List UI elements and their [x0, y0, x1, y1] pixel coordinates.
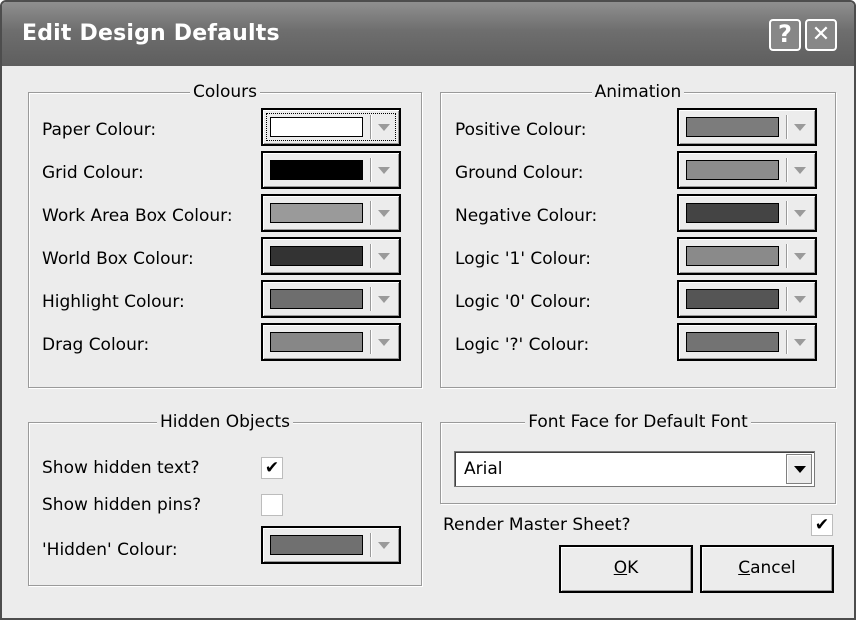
ok-label-rest: K — [627, 558, 639, 578]
colour-swatch — [270, 160, 363, 180]
animation-label: Ground Colour: — [455, 163, 584, 183]
colour-swatch — [686, 117, 779, 137]
hidden-colour-label: 'Hidden' Colour: — [42, 540, 178, 560]
dropdown-arrow-icon — [794, 210, 806, 217]
colours-label: Drag Colour: — [42, 335, 150, 355]
help-button[interactable]: ? — [769, 19, 801, 51]
colours-label: Work Area Box Colour: — [42, 206, 233, 226]
hidden-colour-swatch — [270, 535, 363, 555]
edit-design-defaults-dialog: Edit Design Defaults ? ✕ Colours Paper C… — [0, 0, 856, 620]
colours-label: Highlight Colour: — [42, 292, 185, 312]
cancel-mnemonic: C — [738, 558, 751, 578]
colours-colour-picker[interactable] — [261, 151, 401, 189]
dropdown-arrow-icon — [794, 124, 806, 131]
colours-label: World Box Colour: — [42, 249, 194, 269]
animation-label: Logic '1' Colour: — [455, 249, 591, 269]
colours-colour-picker[interactable] — [261, 323, 401, 361]
colour-swatch — [270, 332, 363, 352]
dropdown-arrow-icon — [378, 210, 390, 217]
colours-label: Grid Colour: — [42, 163, 144, 183]
animation-label: Positive Colour: — [455, 120, 587, 140]
cancel-label-rest: ancel — [750, 558, 796, 578]
animation-colour-picker[interactable] — [677, 151, 817, 189]
colour-swatch — [686, 332, 779, 352]
colours-label: Paper Colour: — [42, 120, 157, 140]
colour-swatch — [270, 246, 363, 266]
animation-label: Logic '0' Colour: — [455, 292, 591, 312]
colour-swatch — [270, 289, 363, 309]
render-master-sheet-label: Render Master Sheet? — [443, 515, 631, 535]
colours-colour-picker[interactable] — [261, 108, 401, 146]
animation-colour-picker[interactable] — [677, 237, 817, 275]
font-face-value: Arial — [464, 459, 503, 479]
dropdown-arrow-icon — [794, 253, 806, 260]
dialog-body: Colours Paper Colour: Grid Colour: Work Ar… — [2, 66, 854, 618]
ok-mnemonic: O — [613, 558, 628, 578]
dropdown-arrow-icon — [794, 296, 806, 303]
dialog-title: Edit Design Defaults — [22, 21, 280, 46]
dropdown-arrow-icon — [794, 167, 806, 174]
colour-swatch — [686, 160, 779, 180]
close-button[interactable]: ✕ — [805, 19, 837, 51]
animation-label: Negative Colour: — [455, 206, 598, 226]
animation-colour-picker[interactable] — [677, 194, 817, 232]
font-face-dropdown-button[interactable] — [786, 454, 812, 484]
dropdown-arrow-icon — [378, 253, 390, 260]
animation-legend: Animation — [591, 82, 685, 102]
dropdown-arrow-icon — [378, 124, 390, 131]
show-hidden-text-label: Show hidden text? — [42, 458, 200, 478]
dropdown-arrow-icon — [378, 339, 390, 346]
colour-swatch — [270, 203, 363, 223]
colours-legend: Colours — [189, 82, 260, 102]
dropdown-arrow-icon — [378, 542, 390, 549]
hidden-colour-picker[interactable] — [261, 526, 401, 564]
cancel-button[interactable]: Cancel — [700, 545, 834, 593]
show-hidden-pins-checkbox[interactable] — [261, 494, 283, 516]
render-master-sheet-checkbox[interactable]: ✔ — [811, 514, 833, 536]
hidden-objects-legend: Hidden Objects — [157, 412, 293, 432]
dropdown-arrow-icon — [378, 296, 390, 303]
font-face-legend: Font Face for Default Font — [525, 412, 751, 432]
colours-colour-picker[interactable] — [261, 280, 401, 318]
animation-label: Logic '?' Colour: — [455, 335, 590, 355]
colours-colour-picker[interactable] — [261, 194, 401, 232]
dropdown-arrow-icon — [378, 167, 390, 174]
colour-swatch — [270, 117, 363, 137]
animation-colour-picker[interactable] — [677, 280, 817, 318]
font-face-select[interactable]: Arial — [454, 451, 815, 487]
chevron-down-icon — [794, 466, 806, 473]
colours-colour-picker[interactable] — [261, 237, 401, 275]
ok-button[interactable]: OK — [559, 545, 693, 593]
show-hidden-text-checkbox[interactable]: ✔ — [261, 457, 283, 479]
title-bar[interactable]: Edit Design Defaults ? ✕ — [2, 2, 854, 66]
animation-colour-picker[interactable] — [677, 108, 817, 146]
colour-swatch — [686, 289, 779, 309]
colour-swatch — [686, 203, 779, 223]
colour-swatch — [686, 246, 779, 266]
dropdown-arrow-icon — [794, 339, 806, 346]
animation-colour-picker[interactable] — [677, 323, 817, 361]
show-hidden-pins-label: Show hidden pins? — [42, 495, 202, 515]
